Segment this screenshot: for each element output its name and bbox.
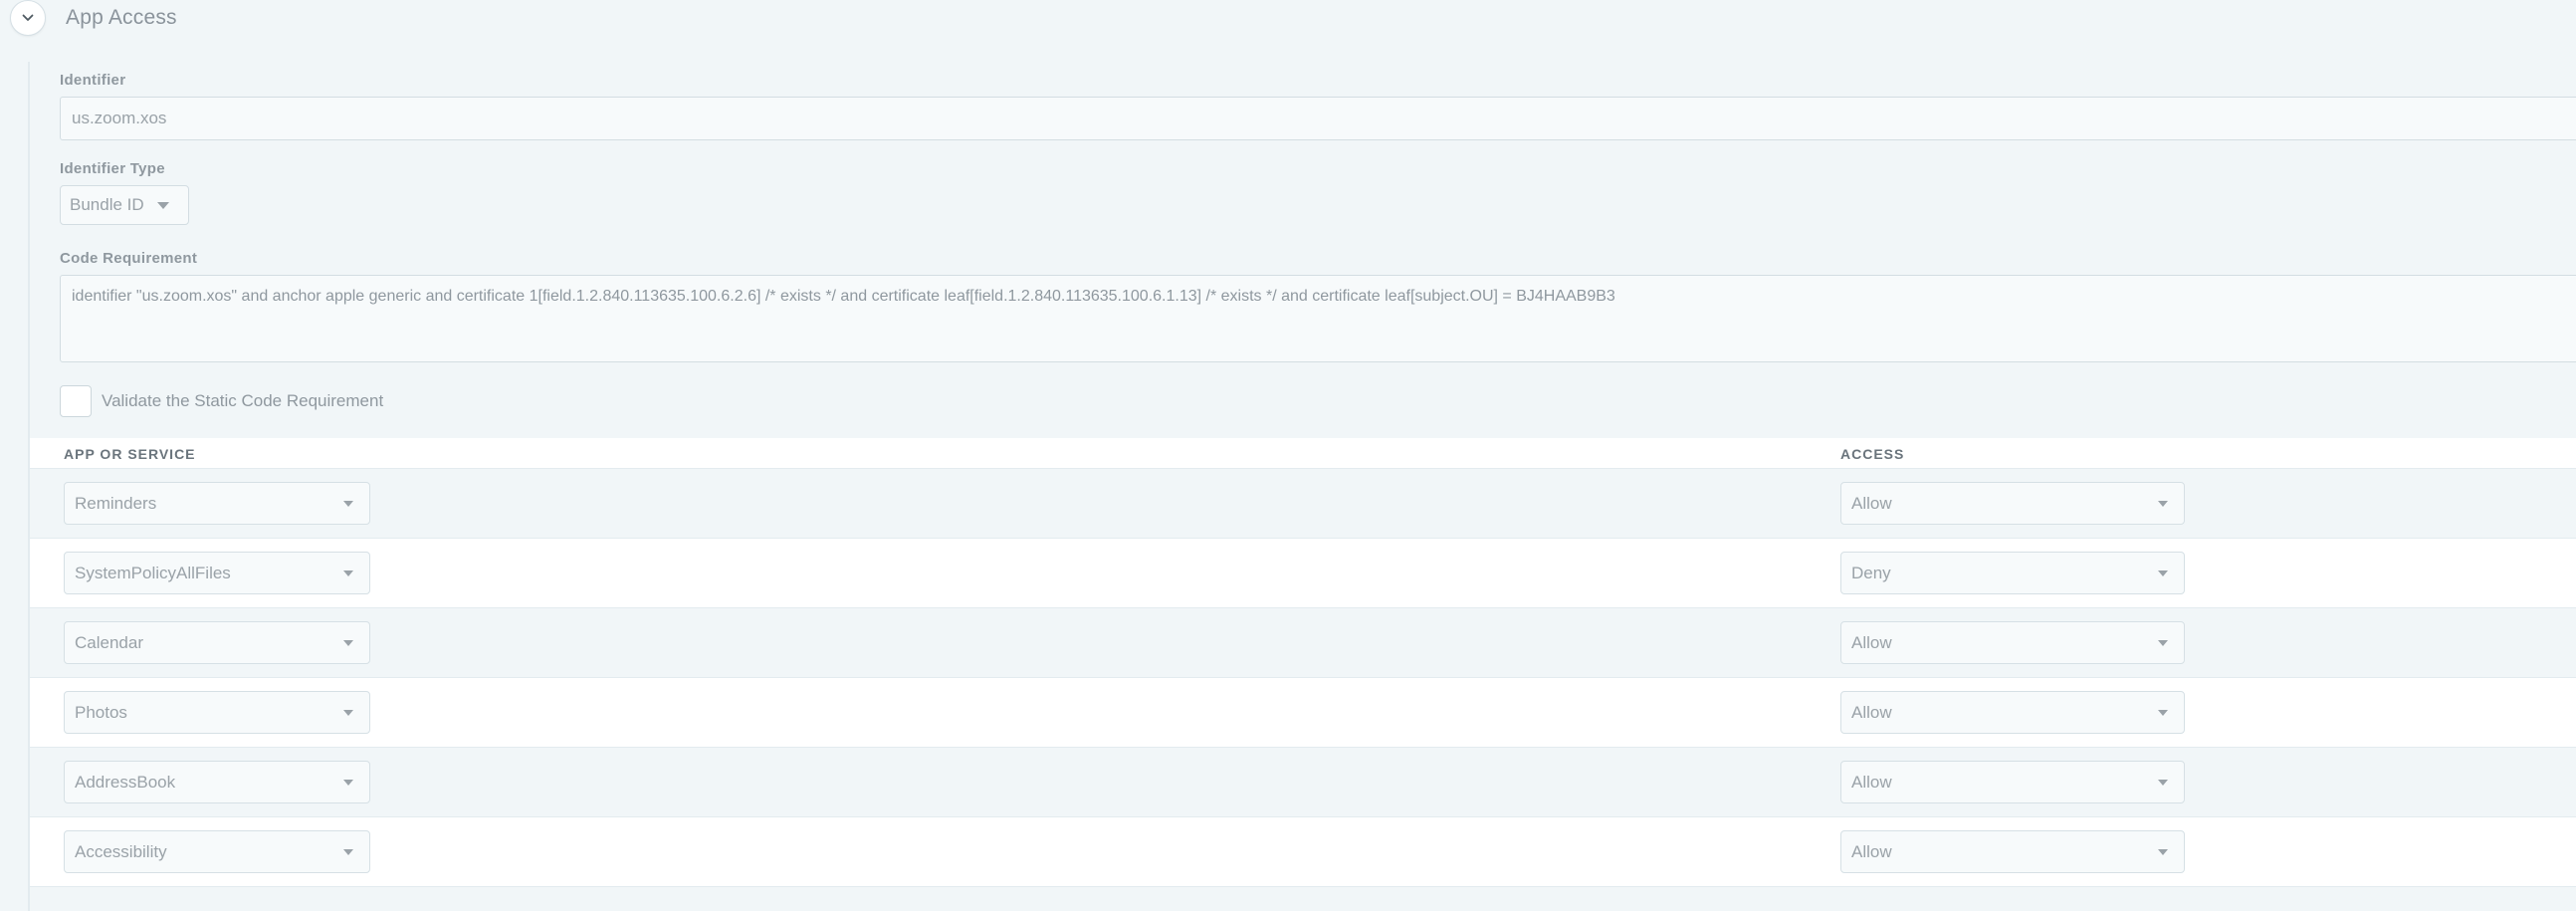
app-service-value: AddressBook — [75, 772, 176, 792]
caret-down-icon — [2158, 848, 2168, 855]
identifier-type-label: Identifier Type — [60, 160, 165, 177]
app-service-select[interactable]: Reminders — [64, 482, 370, 525]
caret-down-icon — [2158, 569, 2168, 576]
app-service-value: Photos — [75, 702, 127, 722]
caret-down-icon — [343, 569, 353, 576]
app-service-select[interactable]: Photos — [64, 691, 370, 734]
table-row: Accessibility Allow — [30, 816, 2576, 886]
app-service-select[interactable]: SystemPolicyAllFiles — [64, 552, 370, 594]
table-footer-edge — [30, 886, 2576, 898]
app-access-page: App Access Identifier us.zoom.xos Identi… — [0, 0, 2576, 911]
app-service-select[interactable]: AddressBook — [64, 761, 370, 803]
app-service-value: Reminders — [75, 493, 157, 513]
caret-down-icon — [343, 779, 353, 786]
column-header-access: ACCESS — [1840, 446, 1905, 462]
caret-down-icon — [2158, 500, 2168, 507]
code-requirement-label: Code Requirement — [60, 250, 198, 267]
access-value: Allow — [1851, 841, 1892, 861]
code-requirement-textarea[interactable]: identifier "us.zoom.xos" and anchor appl… — [60, 275, 2576, 362]
app-service-select[interactable]: Accessibility — [64, 830, 370, 873]
identifier-input[interactable]: us.zoom.xos — [60, 97, 2576, 140]
table-header: APP OR SERVICE ACCESS — [30, 438, 2576, 468]
access-select[interactable]: Allow — [1840, 830, 2185, 873]
caret-down-icon — [343, 709, 353, 716]
app-service-value: Calendar — [75, 632, 143, 652]
access-select[interactable]: Allow — [1840, 482, 2185, 525]
caret-down-icon — [343, 848, 353, 855]
identifier-label: Identifier — [60, 72, 126, 89]
access-value: Allow — [1851, 493, 1892, 513]
app-service-select[interactable]: Calendar — [64, 621, 370, 664]
validate-static-code-label: Validate the Static Code Requirement — [102, 391, 384, 410]
identifier-type-value: Bundle ID — [70, 195, 144, 214]
caret-down-icon — [156, 201, 169, 209]
validate-static-code-checkbox[interactable] — [60, 385, 92, 417]
caret-down-icon — [2158, 709, 2168, 716]
table-row: SystemPolicyAllFiles Deny — [30, 538, 2576, 607]
app-service-value: SystemPolicyAllFiles — [75, 563, 231, 582]
access-value: Allow — [1851, 632, 1892, 652]
collapse-button[interactable] — [10, 0, 46, 36]
section-title: App Access — [66, 6, 177, 29]
caret-down-icon — [343, 500, 353, 507]
chevron-down-icon — [22, 14, 34, 21]
access-select[interactable]: Allow — [1840, 621, 2185, 664]
app-access-table: APP OR SERVICE ACCESS Reminders Allow Sy… — [30, 438, 2576, 898]
access-value: Deny — [1851, 563, 1891, 582]
column-header-app: APP OR SERVICE — [64, 446, 196, 462]
caret-down-icon — [343, 639, 353, 646]
validate-static-code-row[interactable]: Validate the Static Code Requirement — [60, 385, 383, 417]
section-header: App Access — [10, 0, 177, 36]
caret-down-icon — [2158, 639, 2168, 646]
access-select[interactable]: Deny — [1840, 552, 2185, 594]
table-row: Calendar Allow — [30, 607, 2576, 677]
access-select[interactable]: Allow — [1840, 691, 2185, 734]
access-value: Allow — [1851, 772, 1892, 792]
access-value: Allow — [1851, 702, 1892, 722]
caret-down-icon — [2158, 779, 2168, 786]
table-row: AddressBook Allow — [30, 747, 2576, 816]
identifier-type-select[interactable]: Bundle ID — [60, 185, 189, 225]
table-row: Reminders Allow — [30, 468, 2576, 538]
table-row: Photos Allow — [30, 677, 2576, 747]
app-service-value: Accessibility — [75, 841, 167, 861]
access-select[interactable]: Allow — [1840, 761, 2185, 803]
